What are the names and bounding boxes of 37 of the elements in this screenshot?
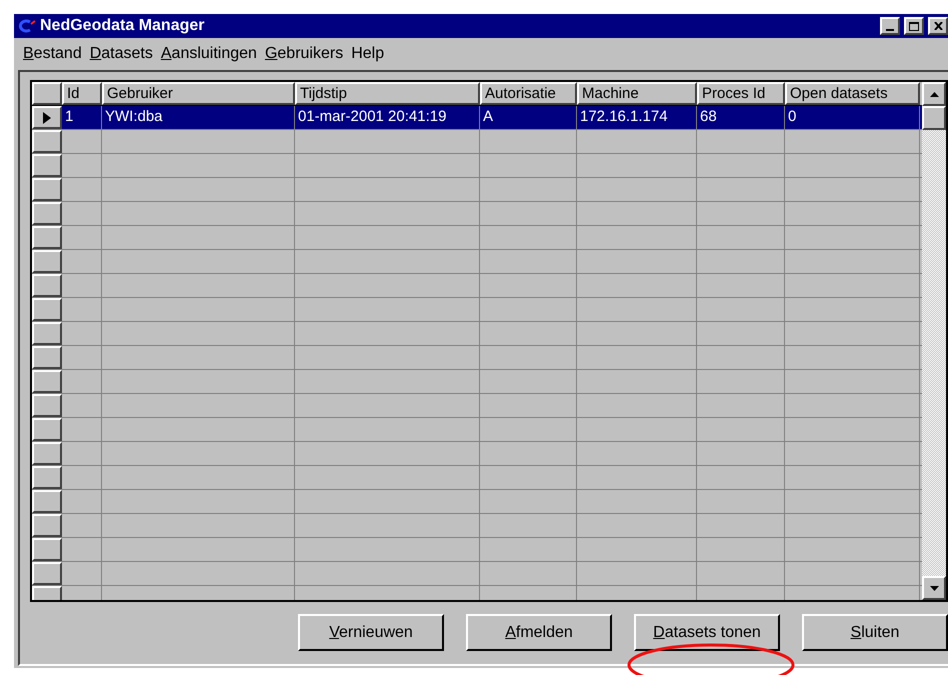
table-cell: 1 xyxy=(62,106,102,129)
table-cell: YWI:dba xyxy=(102,106,295,129)
table-row[interactable]: 1 YWI:dba 01-mar-2001 20:41:19 A 172.16.1.174 68 0 xyxy=(32,106,922,130)
menu-item[interactable]: Help xyxy=(348,42,388,66)
column-header[interactable]: Autorisatie xyxy=(480,82,577,105)
close-icon xyxy=(934,22,942,30)
close-button[interactable] xyxy=(928,17,948,35)
column-header[interactable]: Open datasets xyxy=(785,82,920,105)
scroll-down-button[interactable] xyxy=(922,576,946,600)
app-logo-icon xyxy=(18,19,36,33)
menu-item[interactable]: Bestand xyxy=(20,42,85,66)
current-row-icon xyxy=(43,112,51,124)
dialog-button[interactable]: Vernieuwen xyxy=(298,614,444,651)
dialog-button[interactable]: Afmelden xyxy=(466,614,612,651)
column-header[interactable]: Tijdstip xyxy=(295,82,480,105)
maximize-button[interactable] xyxy=(904,17,924,35)
table-cell: A xyxy=(480,106,577,129)
table-cell: 0 xyxy=(785,106,920,129)
dialog-button[interactable]: Sluiten xyxy=(802,614,948,651)
down-arrow-icon xyxy=(930,586,938,590)
menu-item[interactable]: Datasets xyxy=(86,42,156,66)
column-header[interactable]: Proces Id xyxy=(697,82,785,105)
menu-item[interactable]: Gebruikers xyxy=(262,42,346,66)
column-header[interactable]: Gebruiker xyxy=(102,82,295,105)
table-cell: 68 xyxy=(697,106,785,129)
minimize-button[interactable] xyxy=(880,17,900,35)
scroll-up-button[interactable] xyxy=(922,82,946,106)
column-header[interactable]: Id xyxy=(62,82,102,105)
scroll-thumb[interactable] xyxy=(922,106,946,130)
column-header[interactable]: Machine xyxy=(577,82,697,105)
up-arrow-icon xyxy=(930,92,938,96)
menu-item[interactable]: Aansluitingen xyxy=(158,42,260,66)
table-cell: 01-mar-2001 20:41:19 xyxy=(295,106,480,129)
vertical-scrollbar[interactable] xyxy=(922,82,946,600)
table-cell: 172.16.1.174 xyxy=(577,106,697,129)
window-title: NedGeodata Manager xyxy=(40,16,206,36)
dialog-button[interactable]: Datasets tonen xyxy=(634,614,780,651)
